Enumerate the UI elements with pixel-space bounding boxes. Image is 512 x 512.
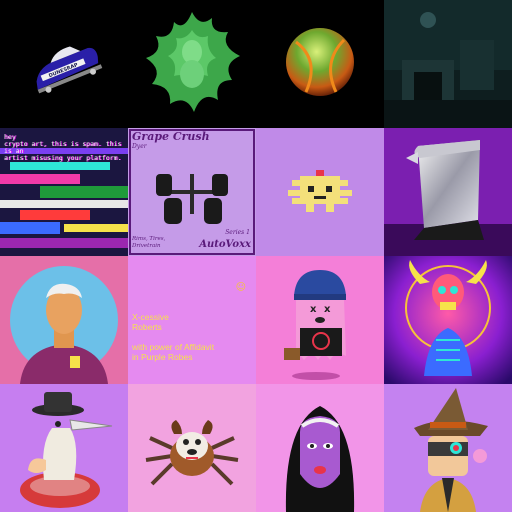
- grape-crush-brand: AutoVoxx: [199, 239, 251, 250]
- tile-grape-crush[interactable]: Grape Crush Dyer Series 1 AutoVoxx Rims,…: [128, 128, 256, 256]
- anarchy-ghost-image: x x: [256, 256, 384, 384]
- xcessive-roberts-text: X-cessive Roberts with power of Affidavi…: [132, 312, 215, 362]
- nft-gallery-grid: DUNESRAP hey crypto art, this is spam. t…: [0, 0, 512, 512]
- bird-hat-image: [0, 384, 128, 512]
- dunesrap-car-image: DUNESRAP: [0, 0, 128, 128]
- portrait-man-image: [0, 256, 128, 384]
- tile-hooded-woman[interactable]: [256, 384, 384, 512]
- tile-anarchy-ghost[interactable]: x x: [256, 256, 384, 384]
- glitch-art-text: hey crypto art, this is spam. this is an…: [4, 133, 122, 162]
- tile-chrome-scroll[interactable]: [384, 128, 512, 256]
- glowing-ball-image: [256, 0, 384, 128]
- haunted-room-image: [384, 0, 512, 128]
- grape-crush-title: Grape Crush: [132, 130, 210, 143]
- tile-glitch-art[interactable]: hey crypto art, this is spam. this is an…: [0, 128, 128, 256]
- hooded-woman-image: [256, 384, 384, 512]
- tile-bird-hat[interactable]: [0, 384, 128, 512]
- green-splat-figure-image: [128, 0, 256, 128]
- chrome-scroll-image: [384, 128, 512, 256]
- grape-crush-series: Series 1: [225, 229, 250, 236]
- pixel-axolotl-image: [256, 128, 384, 256]
- svg-text:x: x: [310, 304, 317, 315]
- tile-haunted-room[interactable]: [384, 0, 512, 128]
- svg-text:x: x: [324, 304, 331, 315]
- xcessive-roberts-emoji: ☺: [235, 282, 246, 293]
- tile-neon-skeleton[interactable]: [384, 256, 512, 384]
- spider-dog-image: [128, 384, 256, 512]
- tile-witch-robot[interactable]: [384, 384, 512, 512]
- grape-crush-subtitle: Dyer: [132, 143, 147, 150]
- neon-skeleton-image: [384, 256, 512, 384]
- tile-green-splat-figure[interactable]: [128, 0, 256, 128]
- tile-xcessive-roberts[interactable]: ☺ X-cessive Roberts with power of Affida…: [128, 256, 256, 384]
- grape-crush-credits: Rims, Tires, Drivetrain: [132, 236, 166, 249]
- tile-pixel-axolotl[interactable]: [256, 128, 384, 256]
- tile-spider-dog[interactable]: [128, 384, 256, 512]
- tile-portrait-man[interactable]: [0, 256, 128, 384]
- witch-robot-image: [384, 384, 512, 512]
- tile-dunesrap-car[interactable]: DUNESRAP: [0, 0, 128, 128]
- tile-glowing-ball[interactable]: [256, 0, 384, 128]
